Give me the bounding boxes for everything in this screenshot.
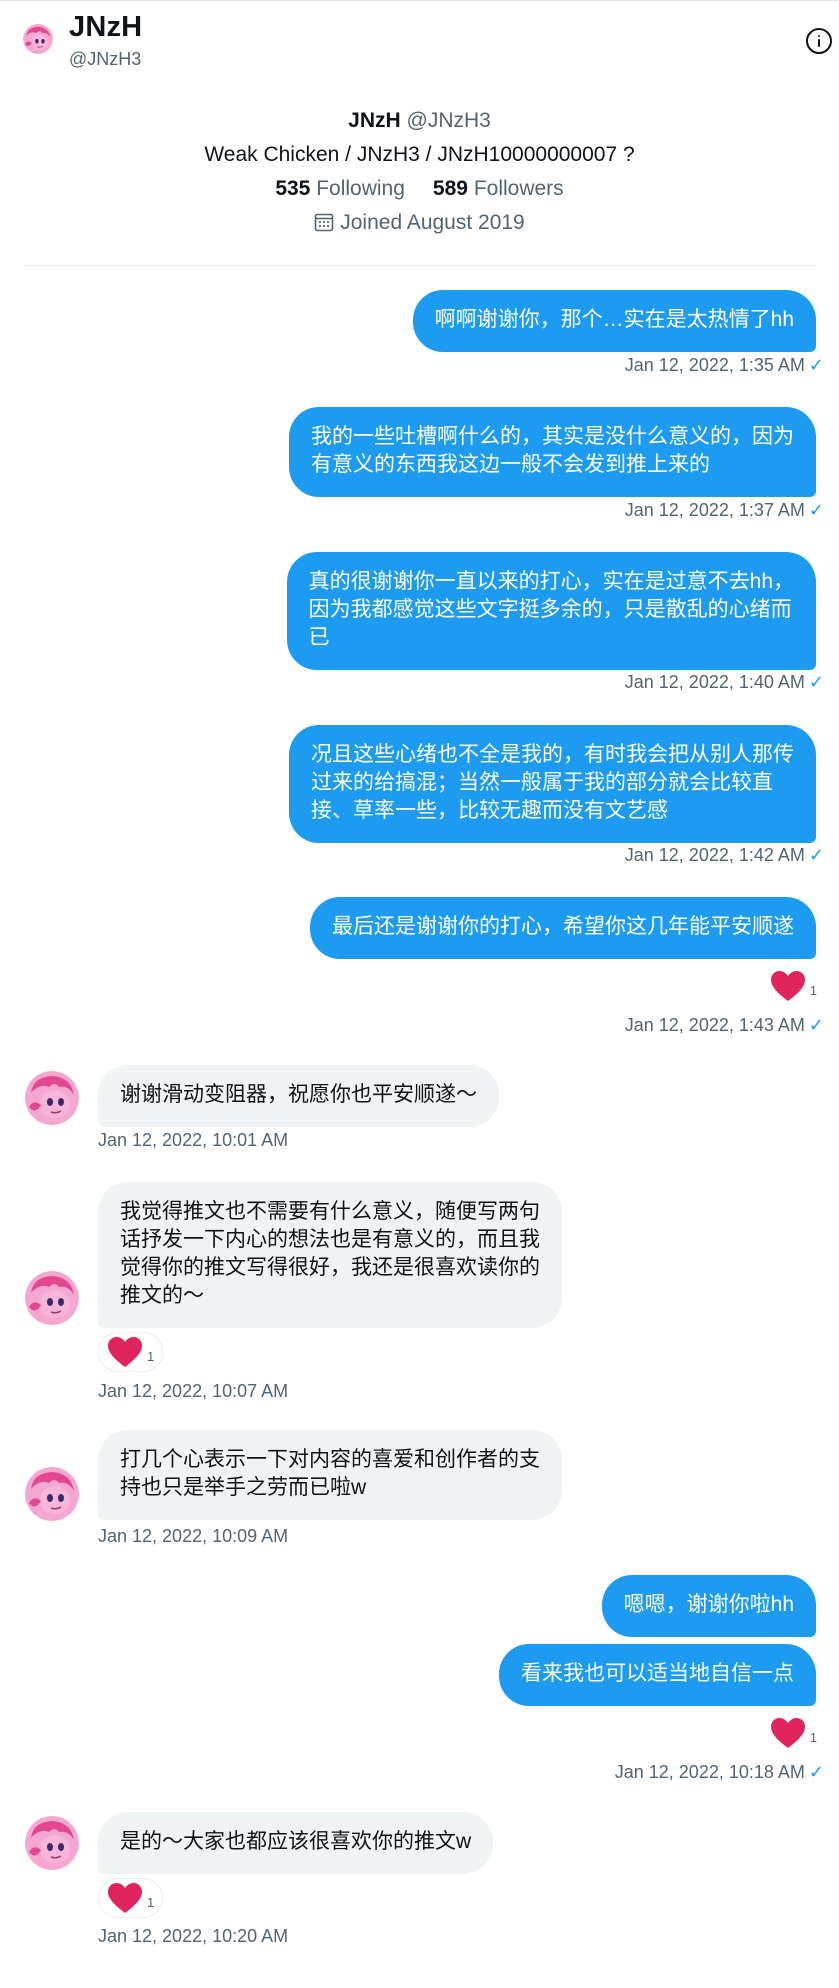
profile-stats: 535 Following 589 Followers bbox=[0, 172, 839, 206]
timestamp-text: Jan 12, 2022, 10:18 AM bbox=[614, 1762, 805, 1782]
joined-date: Joined August 2019 bbox=[340, 211, 525, 234]
heart-icon bbox=[108, 1337, 142, 1367]
message-timestamp: Jan 12, 2022, 10:09 AM bbox=[98, 1526, 288, 1547]
message-text: 谢谢滑动变阻器，祝愿你也平安顺遂～ bbox=[120, 1083, 477, 1106]
message-bubble-incoming[interactable]: 谢谢滑动变阻器，祝愿你也平安顺遂～ bbox=[98, 1065, 499, 1127]
message-timestamp: Jan 12, 2022, 1:42 AM ✓ bbox=[625, 845, 824, 866]
timestamp-text: Jan 12, 2022, 1:43 AM bbox=[624, 1015, 805, 1035]
message-text: 最后还是谢谢你的打心，希望你这几年能平安顺遂 bbox=[332, 915, 794, 938]
reaction[interactable]: 1 bbox=[770, 966, 817, 1006]
conversation-handle: @JNzH3 bbox=[69, 49, 142, 69]
followers-count: 589 bbox=[432, 177, 468, 200]
profile-bio: Weak Chicken / JNzH3 / JNzH10000000007 ? bbox=[204, 143, 635, 166]
message-timestamp: Jan 12, 2022, 1:37 AM ✓ bbox=[625, 500, 824, 521]
message-text: 话抒发一下内心的想法也是有意义的，而且我 bbox=[120, 1228, 540, 1251]
message-timestamp: Jan 12, 2022, 10:01 AM bbox=[98, 1130, 288, 1151]
message-bubble-outgoing[interactable]: 看来我也可以适当地自信一点 bbox=[499, 1644, 816, 1706]
avatar[interactable] bbox=[25, 1071, 79, 1125]
message-text: 嗯嗯，谢谢你啦hh bbox=[623, 1593, 794, 1616]
divider bbox=[23, 265, 817, 266]
avatar[interactable] bbox=[25, 1271, 79, 1325]
message-timestamp: Jan 12, 2022, 1:35 AM ✓ bbox=[625, 355, 824, 376]
reaction[interactable]: 1 bbox=[98, 1878, 164, 1918]
avatar[interactable] bbox=[23, 24, 53, 54]
profile-joined: Joined August 2019 bbox=[0, 206, 839, 243]
reaction-count: 1 bbox=[147, 1894, 155, 1910]
message-bubble-outgoing[interactable]: 嗯嗯，谢谢你啦hh bbox=[601, 1575, 816, 1637]
check-icon: ✓ bbox=[808, 355, 824, 375]
message-bubble-incoming[interactable]: 打几个心表示一下对内容的喜爱和创作者的支 持也只是举手之劳而已啦w bbox=[98, 1430, 562, 1520]
heart-icon bbox=[770, 1718, 805, 1748]
check-icon: ✓ bbox=[808, 1762, 824, 1782]
message-text: 是的～大家也都应该很喜欢你的推文w bbox=[120, 1830, 472, 1853]
dm-conversation: JNzH @JNzH3 JNzH @JNzH3 Weak Chicken / J… bbox=[0, 0, 839, 1988]
conversation-header: JNzH @JNzH3 bbox=[0, 0, 839, 83]
message-timestamp: Jan 12, 2022, 10:20 AM bbox=[98, 1926, 288, 1947]
following-label: Following bbox=[316, 177, 405, 200]
avatar[interactable] bbox=[25, 1467, 79, 1521]
check-icon: ✓ bbox=[808, 500, 824, 520]
profile-handle: @JNzH3 bbox=[406, 109, 491, 132]
check-icon: ✓ bbox=[808, 1015, 824, 1035]
timestamp-text: Jan 12, 2022, 10:20 AM bbox=[98, 1926, 289, 1946]
heart-icon bbox=[770, 971, 805, 1001]
timestamp-text: Jan 12, 2022, 10:07 AM bbox=[98, 1381, 289, 1401]
message-bubble-incoming[interactable]: 是的～大家也都应该很喜欢你的推文w bbox=[98, 1812, 494, 1874]
timestamp-text: Jan 12, 2022, 1:42 AM bbox=[624, 845, 805, 865]
info-icon[interactable] bbox=[806, 28, 832, 54]
conversation-title: JNzH bbox=[69, 11, 143, 43]
message-timestamp: Jan 12, 2022, 10:18 AM ✓ bbox=[615, 1762, 824, 1783]
profile-summary: JNzH @JNzH3 Weak Chicken / JNzH3 / JNzH1… bbox=[0, 104, 839, 243]
heart-icon bbox=[108, 1883, 142, 1913]
timestamp-text: Jan 12, 2022, 1:35 AM bbox=[624, 355, 805, 375]
message-bubble-outgoing[interactable]: 我的一些吐槽啊什么的，其实是没什么意义的，因为 有意义的东西我这边一般不会发到推… bbox=[289, 407, 816, 497]
message-bubble-outgoing[interactable]: 况且这些心绪也不全是我的，有时我会把从别人那传 过来的给搞混；当然一般属于我的部… bbox=[289, 725, 816, 843]
profile-name-line[interactable]: JNzH @JNzH3 bbox=[0, 104, 839, 138]
message-timestamp: Jan 12, 2022, 10:07 AM bbox=[98, 1381, 288, 1402]
message-text: 过来的给搞混；当然一般属于我的部分就会比较直 bbox=[311, 771, 773, 794]
message-text: 推文的～ bbox=[120, 1284, 204, 1307]
check-icon: ✓ bbox=[808, 672, 824, 692]
message-text: 持也只是举手之劳而已啦w bbox=[120, 1476, 367, 1499]
message-text: 况且这些心绪也不全是我的，有时我会把从别人那传 bbox=[311, 743, 794, 766]
message-text: 因为我都感觉这些文字挺多余的，只是散乱的心绪而 bbox=[308, 598, 792, 621]
following-count: 535 bbox=[275, 177, 311, 200]
message-bubble-incoming[interactable]: 我觉得推文也不需要有什么意义，随便写两句 话抒发一下内心的想法也是有意义的，而且… bbox=[98, 1182, 562, 1328]
message-timestamp: Jan 12, 2022, 1:43 AM ✓ bbox=[625, 1015, 824, 1036]
message-text: 打几个心表示一下对内容的喜爱和创作者的支 bbox=[120, 1448, 540, 1471]
message-bubble-outgoing[interactable]: 真的很谢谢你一直以来的打心，实在是过意不去hh， 因为我都感觉这些文字挺多余的，… bbox=[286, 552, 816, 670]
check-icon: ✓ bbox=[808, 845, 824, 865]
message-text: 我的一些吐槽啊什么的，其实是没什么意义的，因为 bbox=[311, 425, 794, 448]
message-text: 接、草率一些，比较无趣而没有文艺感 bbox=[311, 799, 668, 822]
following-link[interactable]: 535 Following bbox=[275, 177, 405, 200]
message-timestamp: Jan 12, 2022, 1:40 AM ✓ bbox=[625, 672, 824, 693]
reaction-count: 1 bbox=[809, 1729, 817, 1745]
followers-label: Followers bbox=[473, 177, 564, 200]
timestamp-text: Jan 12, 2022, 1:40 AM bbox=[624, 672, 805, 692]
reaction[interactable]: 1 bbox=[98, 1332, 164, 1372]
reaction-count: 1 bbox=[147, 1348, 155, 1364]
message-bubble-outgoing[interactable]: 啊啊谢谢你，那个…实在是太热情了hh bbox=[412, 290, 816, 352]
message-text: 已 bbox=[308, 626, 330, 649]
avatar[interactable] bbox=[25, 1816, 79, 1870]
message-text: 看来我也可以适当地自信一点 bbox=[521, 1662, 794, 1685]
reaction-count: 1 bbox=[809, 982, 817, 998]
followers-link[interactable]: 589 Followers bbox=[433, 177, 564, 200]
message-text: 啊啊谢谢你，那个…实在是太热情了hh bbox=[434, 308, 794, 331]
message-text: 真的很谢谢你一直以来的打心，实在是过意不去hh， bbox=[308, 570, 794, 593]
timestamp-text: Jan 12, 2022, 10:09 AM bbox=[98, 1526, 289, 1546]
message-text: 有意义的东西我这边一般不会发到推上来的 bbox=[311, 453, 710, 476]
message-text: 我觉得推文也不需要有什么意义，随便写两句 bbox=[120, 1200, 540, 1223]
profile-name: JNzH bbox=[348, 109, 401, 132]
timestamp-text: Jan 12, 2022, 10:01 AM bbox=[98, 1130, 289, 1150]
message-text: 觉得你的推文写得很好，我还是很喜欢读你的 bbox=[120, 1256, 540, 1279]
timestamp-text: Jan 12, 2022, 1:37 AM bbox=[624, 500, 805, 520]
calendar-icon bbox=[314, 209, 334, 243]
message-bubble-outgoing[interactable]: 最后还是谢谢你的打心，希望你这几年能平安顺遂 bbox=[310, 897, 816, 959]
reaction[interactable]: 1 bbox=[770, 1713, 817, 1753]
